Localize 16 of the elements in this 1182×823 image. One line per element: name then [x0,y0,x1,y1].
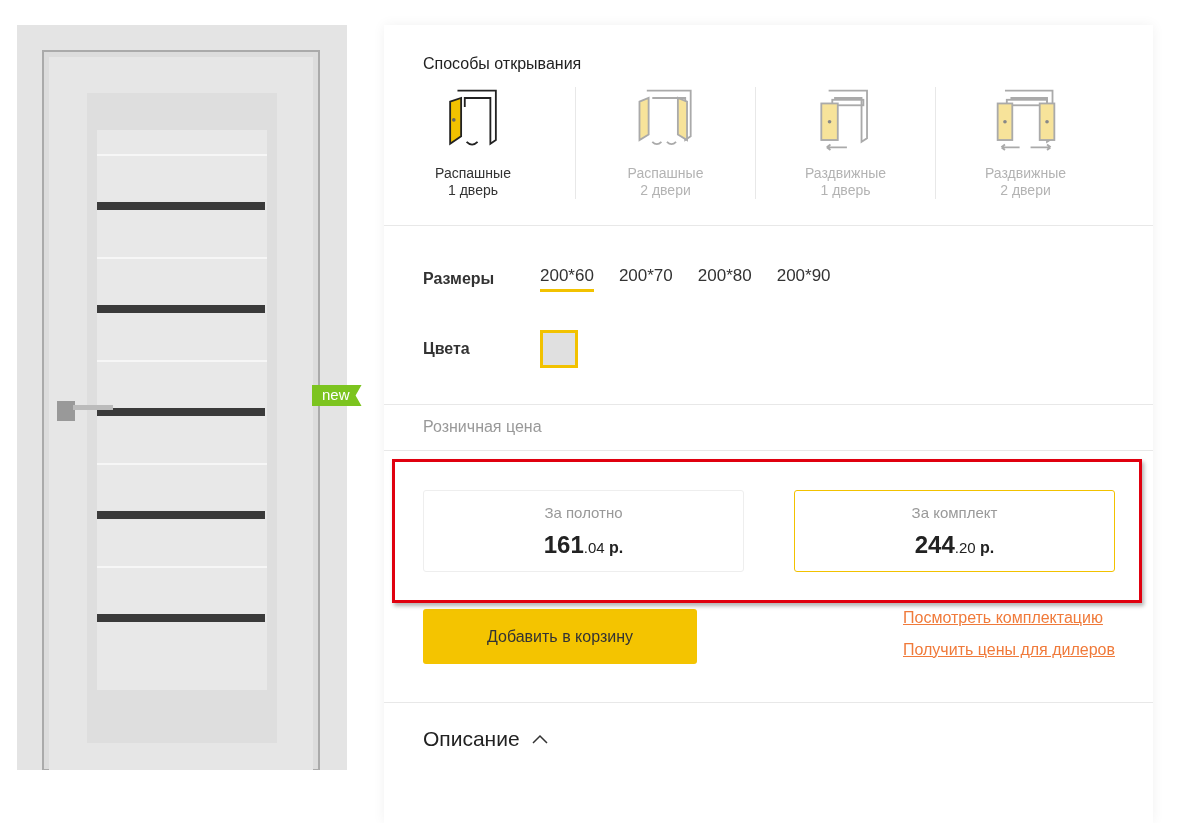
colors-label: Цвета [423,340,471,358]
price-option[interactable]: За комплект 244.20 р. [794,490,1115,572]
add-to-cart-button[interactable]: Добавить в корзину [423,609,697,664]
size-option[interactable]: 200*90 [776,266,831,292]
opening-option[interactable]: Распашные 1 дверь [423,87,523,199]
retail-price-label: Розничная цена [423,418,542,435]
new-badge: new [312,385,362,406]
chevron-icon[interactable] [531,734,548,744]
size-option[interactable]: 200*70 [618,266,673,292]
color-swatch[interactable] [540,330,578,368]
size-option[interactable]: 200*80 [697,266,752,292]
section-title: Способы открывания [423,55,583,73]
description-title[interactable]: Описание [423,727,520,751]
sizes-label: Размеры [423,270,496,288]
price-option[interactable]: За полотно 161.04 р. [423,490,744,572]
size-option[interactable]: 200*60 [540,266,594,292]
